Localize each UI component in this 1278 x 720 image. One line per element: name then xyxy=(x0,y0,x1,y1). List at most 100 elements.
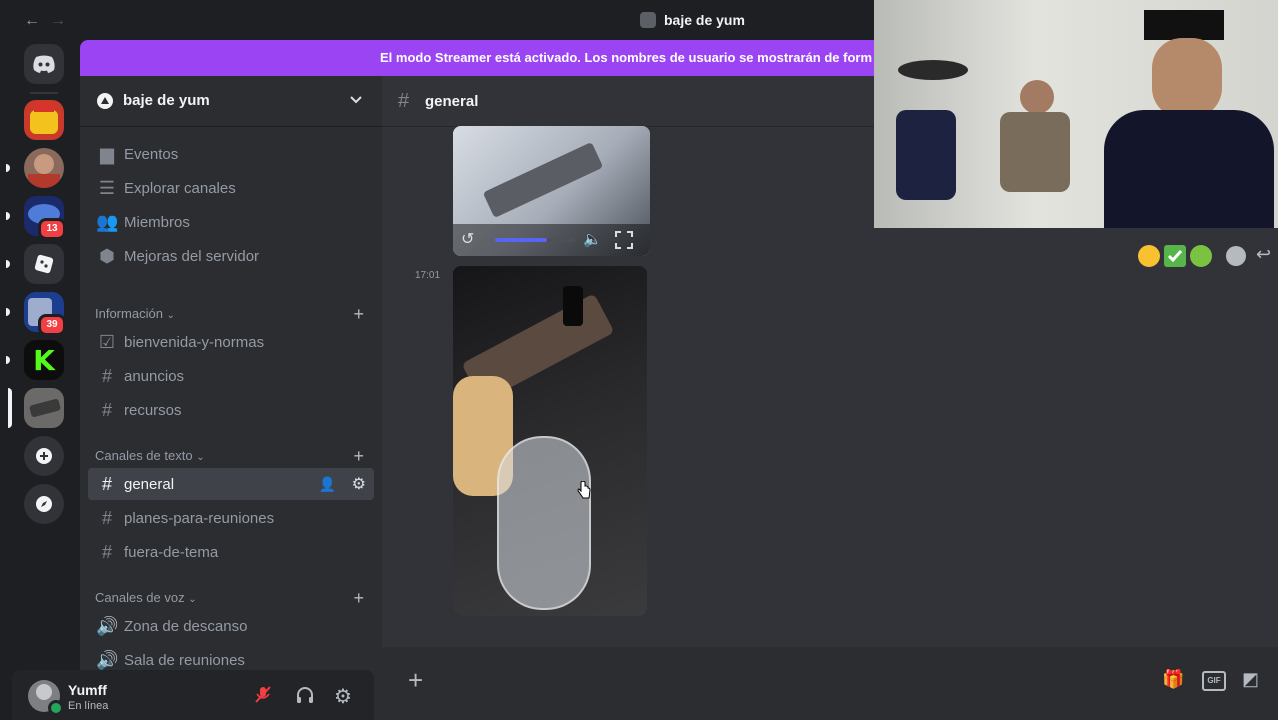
unread-indicator xyxy=(6,308,10,316)
boost-icon: ⬢ xyxy=(99,245,115,266)
category-informacion[interactable]: Información ⌄ xyxy=(95,306,175,321)
banner-text: El modo Streamer está activado. Los nomb… xyxy=(380,50,872,65)
back-arrow-icon[interactable]: ← xyxy=(24,12,40,30)
channel-label: anuncios xyxy=(124,367,185,385)
category-label: Canales de texto xyxy=(95,448,193,463)
hash-icon: # xyxy=(101,399,112,420)
forward-arrow-icon[interactable]: → xyxy=(50,12,66,30)
mention-badge: 13 xyxy=(38,218,66,240)
image-attachment[interactable] xyxy=(453,266,647,616)
discover-button[interactable] xyxy=(24,484,64,524)
add-attachment-icon[interactable]: + xyxy=(408,665,423,696)
unread-indicator xyxy=(6,164,10,172)
online-status-dot xyxy=(48,700,64,716)
server-icon-1[interactable] xyxy=(24,100,64,140)
sick-face-icon[interactable] xyxy=(1190,245,1212,267)
channel-label: general xyxy=(124,475,175,493)
discord-home-button[interactable] xyxy=(24,44,64,84)
unread-indicator xyxy=(6,356,10,364)
window-title-group: baje de yum xyxy=(640,12,745,28)
channel-recursos[interactable]: # recursos xyxy=(88,394,374,426)
channel-fuera-de-tema[interactable]: # fuera-de-tema xyxy=(88,536,374,568)
category-label: Canales de voz xyxy=(95,590,185,605)
channel-label: fuera-de-tema xyxy=(124,543,219,561)
sidebar-item-miembros[interactable]: 👥 Miembros xyxy=(88,206,374,238)
chevron-down-icon xyxy=(350,96,362,104)
server-name: baje de yum xyxy=(123,92,210,109)
channel-bienvenida-y-normas[interactable]: ☑ bienvenida-y-normas xyxy=(88,326,374,358)
headphones-icon xyxy=(297,687,313,703)
user-settings-button[interactable]: ⚙ xyxy=(334,684,352,709)
user-status: En línea xyxy=(68,700,109,712)
user-panel: Yumff En línea ⚙ xyxy=(12,670,374,720)
unread-indicator xyxy=(6,212,10,220)
hash-icon: # xyxy=(101,541,112,562)
server-icon-2[interactable] xyxy=(24,148,64,188)
fullscreen-icon[interactable] xyxy=(615,231,633,249)
chevron-down-icon: ⌄ xyxy=(166,310,175,321)
browse-channels-icon: ☰ xyxy=(98,177,116,198)
drum-magazine xyxy=(497,436,591,610)
rules-icon: ☑ xyxy=(98,331,116,352)
calendar-icon: ▆ xyxy=(100,143,114,164)
message-action-bar: ↩ xyxy=(1134,242,1278,270)
add-channel-icon[interactable]: + xyxy=(353,588,364,609)
message-composer[interactable]: + 🎁 GIF ◩ xyxy=(382,647,1278,720)
channel-anuncios[interactable]: # anuncios xyxy=(88,360,374,392)
dice-icon xyxy=(34,254,54,274)
add-server-button[interactable] xyxy=(24,436,64,476)
server-icon-3[interactable]: 13 xyxy=(24,196,66,240)
video-attachment[interactable]: ↺ 🔈 xyxy=(453,126,650,256)
add-channel-icon[interactable]: + xyxy=(353,446,364,467)
sticker-icon[interactable]: ◩ xyxy=(1242,669,1259,690)
hash-icon: # xyxy=(101,473,112,494)
streamer-mode-banner: El modo Streamer está activado. Los nomb… xyxy=(80,40,874,76)
volume-icon[interactable]: 🔈 xyxy=(583,230,602,248)
avatar[interactable] xyxy=(28,680,64,716)
gear-icon[interactable]: ⚙ xyxy=(352,474,366,494)
gif-icon[interactable]: GIF xyxy=(1202,671,1226,691)
add-circle-icon xyxy=(36,448,52,464)
sidebar-item-label: Eventos xyxy=(124,145,179,163)
hand-cursor-icon xyxy=(577,481,591,499)
microphone-muted-icon xyxy=(255,686,271,703)
channel-sidebar: baje de yum ▆ Eventos ☰ Explorar canales… xyxy=(80,76,382,720)
channel-label: Sala de reuniones xyxy=(124,651,245,669)
compass-icon xyxy=(36,496,52,512)
sidebar-item-mejoras-del-servidor[interactable]: ⬢ Mejoras del servidor xyxy=(88,240,374,272)
category-canales-de-voz[interactable]: Canales de voz ⌄ xyxy=(95,590,197,605)
server-icon-7[interactable] xyxy=(24,388,64,428)
category-label: Información xyxy=(95,306,163,321)
chevron-down-icon: ⌄ xyxy=(188,594,197,605)
channel-label: Zona de descanso xyxy=(124,617,248,635)
emoji-reaction-icon[interactable] xyxy=(1138,245,1160,267)
voice-channel-zona-de-descanso[interactable]: 🔊 Zona de descanso xyxy=(88,610,374,642)
add-reaction-icon[interactable] xyxy=(1226,246,1246,266)
speaker-icon: 🔊 xyxy=(96,615,119,636)
channel-title: general xyxy=(425,93,479,110)
server-icon-5[interactable]: 39 xyxy=(24,292,66,336)
rail-divider xyxy=(30,92,58,94)
invite-user-icon[interactable]: 👤 xyxy=(319,476,336,493)
server-icon-4[interactable] xyxy=(24,244,64,284)
mention-badge: 39 xyxy=(38,314,66,336)
channel-planes-para-reuniones[interactable]: # planes-para-reuniones xyxy=(88,502,374,534)
add-channel-icon[interactable]: + xyxy=(353,304,364,325)
server-icon-6[interactable]: K xyxy=(24,340,64,380)
server-guide-icon xyxy=(97,93,113,109)
reply-icon[interactable]: ↩ xyxy=(1256,244,1271,265)
sidebar-item-explorar-canales[interactable]: ☰ Explorar canales xyxy=(88,172,374,204)
check-mark-icon[interactable] xyxy=(1164,245,1186,267)
sidebar-item-eventos[interactable]: ▆ Eventos xyxy=(88,138,374,170)
category-canales-de-texto[interactable]: Canales de texto ⌄ xyxy=(95,448,205,463)
mute-button[interactable] xyxy=(252,684,278,710)
gift-icon[interactable]: 🎁 xyxy=(1162,669,1184,690)
replay-icon[interactable]: ↺ xyxy=(461,229,474,249)
video-progress-track[interactable] xyxy=(495,238,575,242)
members-icon: 👥 xyxy=(96,211,119,232)
speaker-icon: 🔊 xyxy=(96,649,119,670)
sidebar-item-label: Mejoras del servidor xyxy=(124,247,260,265)
server-header[interactable]: baje de yum xyxy=(80,76,382,127)
channel-general[interactable]: # general 👤 ⚙ xyxy=(88,468,374,500)
deafen-button[interactable] xyxy=(294,684,316,711)
